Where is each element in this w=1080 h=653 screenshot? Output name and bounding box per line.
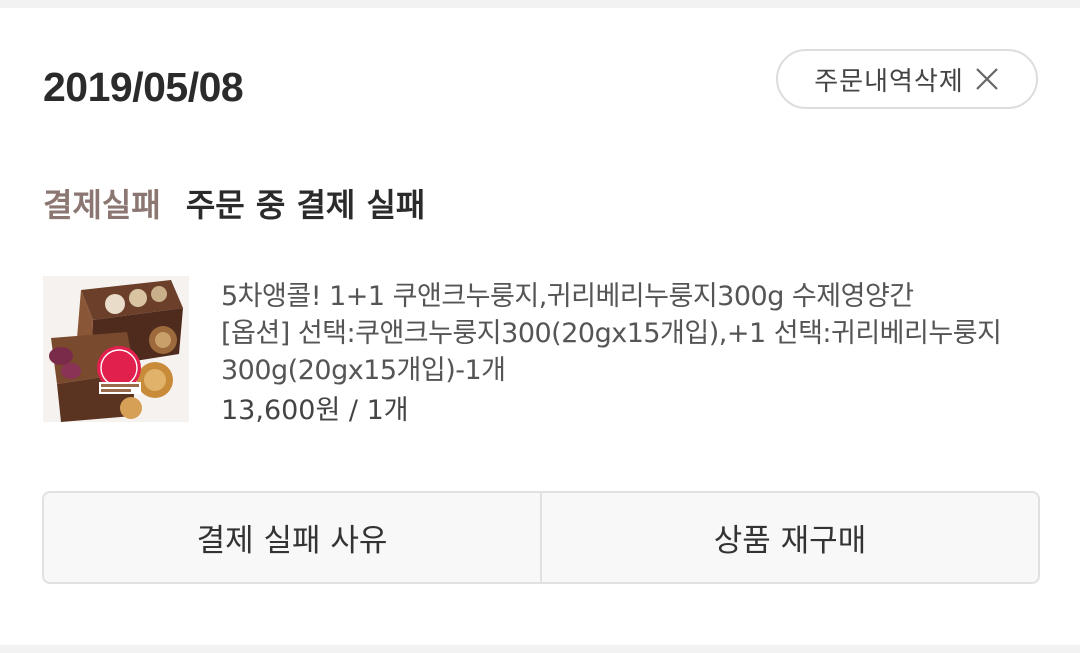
status-badge: 결제실패: [43, 186, 161, 224]
status-description: 주문 중 결제 실패: [185, 186, 426, 224]
reorder-button[interactable]: 상품 재구매: [540, 493, 1038, 582]
product-option: [옵션] 선택:쿠앤크누룽지300(20gx15개입),+1 선택:귀리베리누룽…: [221, 318, 1002, 386]
payment-fail-reason-button[interactable]: 결제 실패 사유: [44, 493, 540, 582]
delete-order-button[interactable]: 주문내역삭제: [776, 49, 1038, 109]
delete-order-label: 주문내역삭제: [814, 66, 964, 97]
order-card: 2019/05/08 주문내역삭제 결제실패 주문 중 결제 실패 5차앵콜! …: [0, 8, 1080, 645]
close-icon: [974, 66, 1000, 92]
product-title: 5차앵콜! 1+1 쿠앤크누룽지,귀리베리누룽지300g 수제영양간: [221, 281, 914, 312]
product-info: 5차앵콜! 1+1 쿠앤크누룽지,귀리베리누룽지300g 수제영양간 [옵션] …: [221, 278, 1041, 429]
order-date: 2019/05/08: [43, 64, 244, 110]
product-price: 13,600원 / 1개: [221, 395, 409, 426]
order-status: 결제실패 주문 중 결제 실패: [43, 182, 425, 234]
order-actions: 결제 실패 사유 상품 재구매: [42, 491, 1040, 584]
product-name[interactable]: 5차앵콜! 1+1 쿠앤크누룽지,귀리베리누룽지300g 수제영양간 [옵션] …: [221, 278, 1041, 389]
product-image[interactable]: [43, 276, 189, 422]
